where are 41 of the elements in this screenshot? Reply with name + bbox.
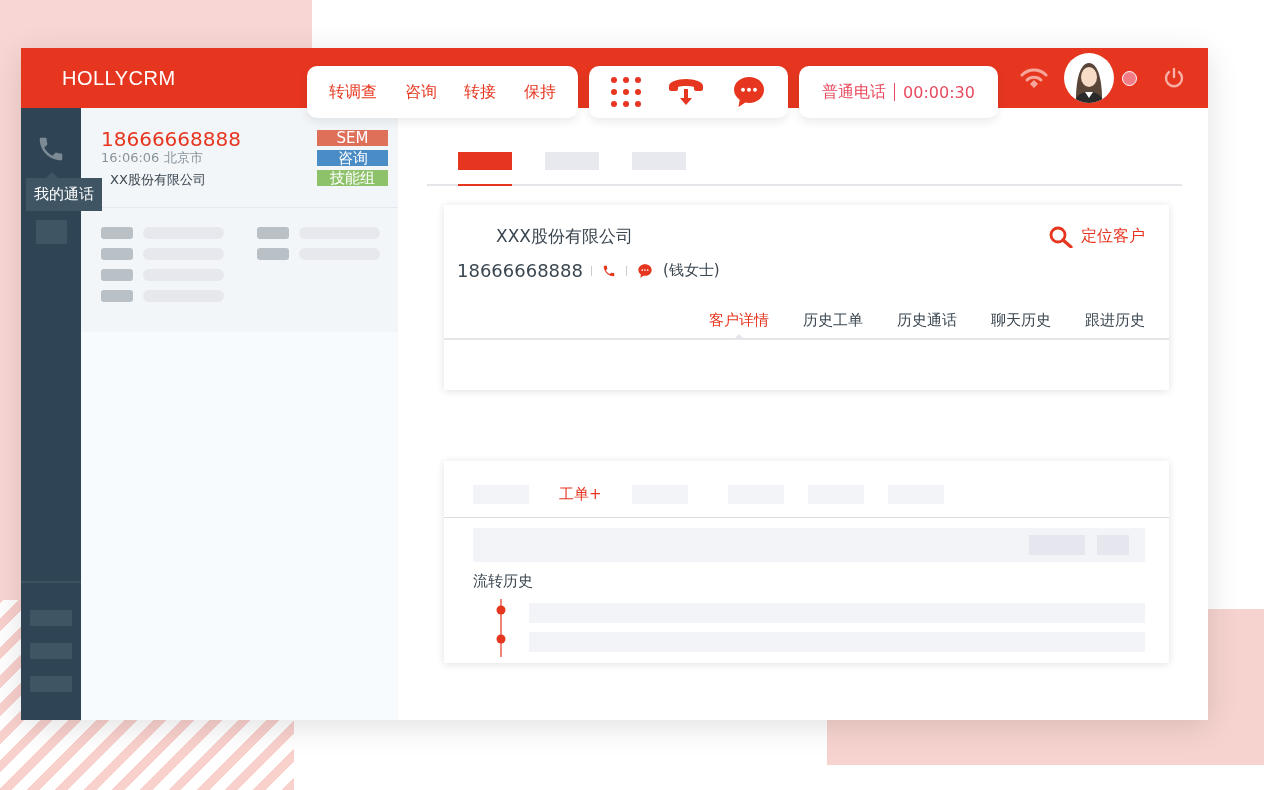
tab[interactable]: 跟进历史 <box>1085 311 1145 338</box>
timeline-drawing <box>496 599 506 657</box>
wifi-icon <box>1020 67 1048 89</box>
tab[interactable]: 客户详情 <box>709 311 769 338</box>
placeholder-bar <box>101 227 133 239</box>
placeholder-bar <box>101 248 133 260</box>
new-ticket-tab[interactable]: 工单+ <box>559 485 602 504</box>
status-dot <box>1122 70 1137 86</box>
call-tag: 咨询 <box>317 150 388 166</box>
tab[interactable] <box>458 152 512 186</box>
chat-icon <box>637 262 653 279</box>
placeholder-bar <box>256 248 289 260</box>
app-logo: HOLLYCRM <box>62 66 177 91</box>
placeholder-bar <box>256 227 289 239</box>
customer-company: XXX股份有限公司 <box>496 225 633 248</box>
placeholder-bar <box>101 269 133 281</box>
search-icon <box>1049 225 1073 248</box>
phone-icon <box>602 263 616 278</box>
caller-phone: 18666668888 <box>101 128 241 150</box>
history-title: 流转历史 <box>472 571 534 591</box>
contact-name: (钱女士) <box>663 261 720 280</box>
caller-company: XX股份有限公司 <box>109 171 207 189</box>
placeholder-bar <box>101 290 133 302</box>
call-tag: 技能组 <box>317 170 388 186</box>
tooltip: 我的通话 <box>26 178 102 211</box>
call-action-button[interactable]: 咨询 <box>402 77 439 107</box>
power-icon <box>1163 67 1185 89</box>
customer-phone: 18666668888 <box>457 260 583 281</box>
call-time-location: 16:06:06 北京市 <box>101 150 204 166</box>
keypad-icon <box>609 76 642 108</box>
tab[interactable]: 聊天历史 <box>991 311 1051 338</box>
call-timer: 00:00:30 <box>902 82 975 102</box>
user-avatar[interactable] <box>1064 53 1114 103</box>
call-type: 普通电话 <box>822 83 896 101</box>
locate-customer-button[interactable]: 定位客户 <box>1049 225 1145 248</box>
call-tag: SEM <box>317 130 388 146</box>
call-action-button[interactable]: 转接 <box>462 77 499 107</box>
tab[interactable]: 历史工单 <box>803 311 863 338</box>
call-action-button[interactable]: 转调查 <box>326 77 379 107</box>
tab[interactable]: 历史通话 <box>897 311 957 338</box>
call-action-button[interactable]: 保持 <box>522 77 559 107</box>
